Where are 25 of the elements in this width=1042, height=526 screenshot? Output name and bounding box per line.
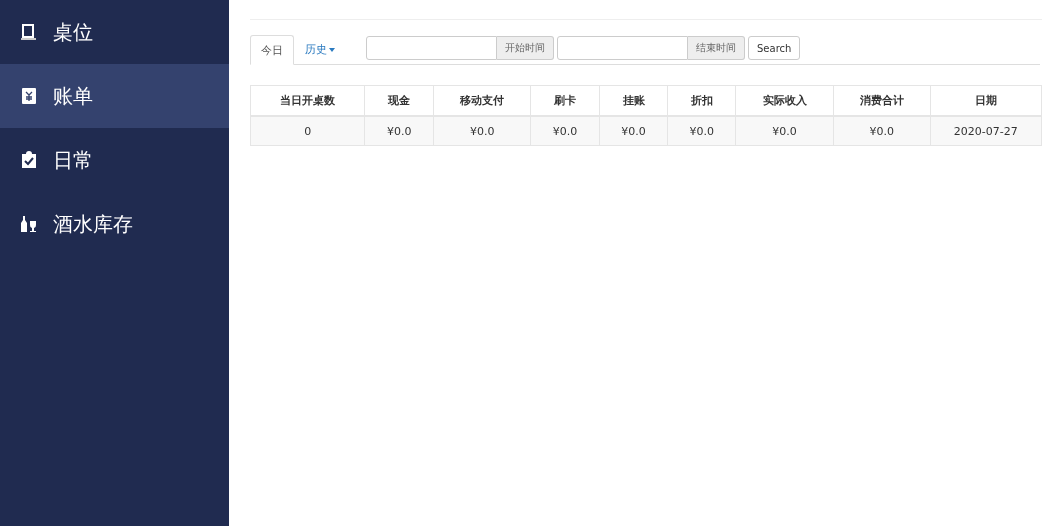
table-cell: 2020-07-27 [930, 116, 1042, 146]
table-cell: ¥0.0 [530, 116, 600, 146]
table-cell: ¥0.0 [735, 116, 834, 146]
search-button[interactable]: Search [748, 36, 801, 60]
date-field[interactable] [366, 36, 497, 60]
table-cell: ¥0.0 [667, 116, 736, 146]
caret-icon [329, 48, 335, 52]
book-icon [20, 23, 38, 41]
table-cell: ¥0.0 [433, 116, 531, 146]
table-cell: 0 [250, 116, 365, 146]
table-cell: ¥0.0 [599, 116, 668, 146]
table-cell: ¥0.0 [833, 116, 931, 146]
receipt-icon [20, 87, 38, 105]
field-addon: 结束时间 [688, 36, 745, 60]
sidebar-item[interactable]: 酒水库存 [0, 192, 229, 256]
bottle-glass-icon [20, 215, 38, 233]
clipboard-check-icon [20, 151, 38, 169]
sidebar-item[interactable]: 账单 [0, 64, 229, 128]
field-addon: 开始时间 [497, 36, 554, 60]
tab[interactable]: 今日 [250, 35, 294, 65]
date-field[interactable] [557, 36, 688, 60]
table-cell: ¥0.0 [364, 116, 434, 146]
sidebar-item[interactable]: 桌位 [0, 0, 229, 64]
tab[interactable]: 历史 [294, 35, 346, 64]
sidebar-item[interactable]: 日常 [0, 128, 229, 192]
